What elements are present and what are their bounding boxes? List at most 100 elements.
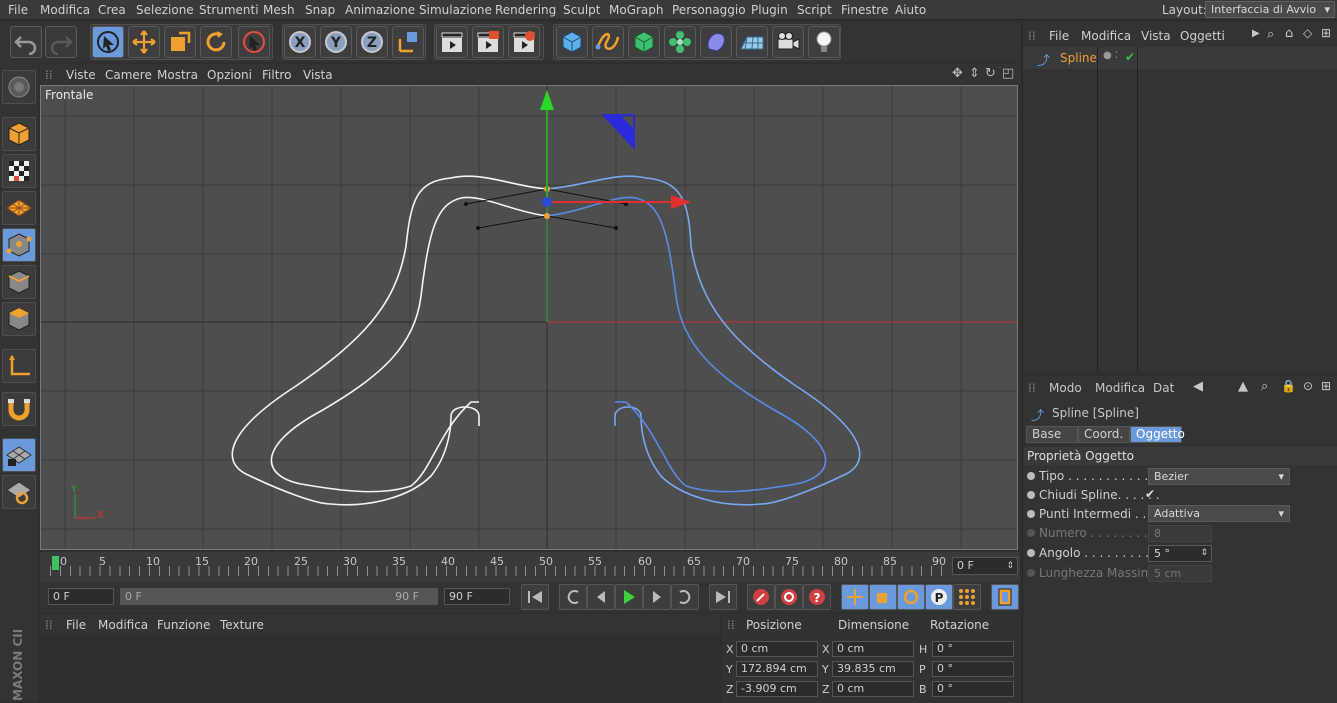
- tab-base[interactable]: Base: [1026, 426, 1078, 443]
- maximize-view-icon[interactable]: ◰: [1002, 66, 1014, 81]
- menu-snap[interactable]: Snap: [305, 3, 335, 17]
- punti-dropdown[interactable]: Adattiva ▾: [1148, 505, 1290, 522]
- edit-mode-button[interactable]: [2, 70, 36, 104]
- grip-icon[interactable]: ⁞⁞: [727, 618, 735, 632]
- keyframe-selection-button[interactable]: ?: [803, 584, 831, 610]
- stepper-icon[interactable]: ⇕: [1006, 558, 1014, 574]
- tab-coord[interactable]: Coord.: [1078, 426, 1130, 443]
- grip-icon[interactable]: ⁞⁞: [45, 618, 53, 632]
- object-menu-vista[interactable]: Vista: [1141, 29, 1171, 43]
- home-icon[interactable]: ⌂: [1285, 26, 1293, 41]
- list-item[interactable]: ⤴ Spline ● ⁚ ✔: [1023, 47, 1337, 69]
- nurbs-button[interactable]: [628, 26, 660, 58]
- timeline[interactable]: 0 5 10 15 20 25 30 35 40 45 50 55 60 65 …: [40, 552, 1020, 582]
- attr-menu-modo[interactable]: Modo: [1049, 381, 1082, 395]
- workplane-mode-button[interactable]: [2, 191, 36, 225]
- axis-mode-button[interactable]: [2, 349, 36, 383]
- timeline-layout-button[interactable]: [991, 584, 1019, 610]
- visibility-dots-icon[interactable]: ● ⁚: [1103, 50, 1118, 61]
- spline-point-selected[interactable]: [544, 213, 550, 219]
- camera-button[interactable]: [772, 26, 804, 58]
- coord-system-button[interactable]: [392, 26, 424, 58]
- rotate-tool-button[interactable]: [200, 26, 232, 58]
- zoom-view-icon[interactable]: ⇕: [969, 66, 980, 81]
- play-button[interactable]: [615, 584, 643, 610]
- size-x-field[interactable]: 0 cm: [832, 641, 914, 657]
- key-pla-button[interactable]: [953, 584, 981, 610]
- z-axis-button[interactable]: Z: [356, 26, 388, 58]
- grip-icon[interactable]: ⁞⁞: [45, 68, 53, 82]
- menu-file[interactable]: File: [8, 3, 28, 17]
- menu-selezione[interactable]: Selezione: [136, 3, 194, 17]
- model-mode-button[interactable]: [2, 117, 36, 151]
- spline-right-outer[interactable]: [546, 175, 861, 506]
- size-z-field[interactable]: 0 cm: [832, 681, 914, 697]
- viewport-menu-vista[interactable]: Vista: [303, 68, 333, 82]
- material-menu-funzione[interactable]: Funzione: [157, 618, 210, 632]
- workplane-lock-button[interactable]: [2, 438, 36, 472]
- gizmo-y-arrow[interactable]: [540, 90, 554, 110]
- end-frame-field[interactable]: 90 F: [444, 588, 510, 605]
- attr-menu-modifica[interactable]: Modifica: [1095, 381, 1145, 395]
- menu-mesh[interactable]: Mesh: [263, 3, 295, 17]
- auto-key-button[interactable]: [775, 584, 803, 610]
- settings-icon[interactable]: ⊙: [1303, 379, 1313, 393]
- angolo-radio[interactable]: [1027, 549, 1035, 557]
- start-frame-field[interactable]: 0 F: [48, 588, 114, 605]
- up-arrow-icon[interactable]: ▲: [1238, 379, 1248, 394]
- position-z-field[interactable]: -3.909 cm: [736, 681, 818, 697]
- menu-strumenti[interactable]: Strumenti: [199, 3, 259, 17]
- polygons-mode-button[interactable]: [2, 302, 36, 336]
- attr-menu-dat[interactable]: Dat: [1153, 381, 1174, 395]
- menu-mograph[interactable]: MoGraph: [609, 3, 664, 17]
- move-view-icon[interactable]: ✥: [952, 66, 963, 81]
- gizmo-center[interactable]: [542, 197, 552, 207]
- material-menu-modifica[interactable]: Modifica: [98, 618, 148, 632]
- viewport-menu-viste[interactable]: Viste: [66, 68, 96, 82]
- move-tool-button[interactable]: [128, 26, 160, 58]
- rotation-p-field[interactable]: 0 °: [932, 661, 1014, 677]
- tab-oggetto[interactable]: Oggetto: [1130, 426, 1185, 443]
- menu-sculpt[interactable]: Sculpt: [563, 3, 600, 17]
- lock-icon[interactable]: 🔒: [1281, 379, 1296, 393]
- position-y-field[interactable]: 172.894 cm: [736, 661, 818, 677]
- search-icon[interactable]: ⌕: [1261, 379, 1268, 394]
- material-menu-file[interactable]: File: [66, 618, 86, 632]
- edges-mode-button[interactable]: [2, 265, 36, 299]
- spline-pen-button[interactable]: [592, 26, 624, 58]
- tangent-handle[interactable]: [476, 226, 480, 230]
- key-position-button[interactable]: [841, 584, 869, 610]
- texture-mode-button[interactable]: [2, 154, 36, 188]
- timeline-ruler[interactable]: 0 5 10 15 20 25 30 35 40 45 50 55 60 65 …: [50, 552, 946, 580]
- menu-finestre[interactable]: Finestre: [841, 3, 888, 17]
- light-button[interactable]: [808, 26, 840, 58]
- view-icon[interactable]: ◇: [1303, 26, 1312, 40]
- go-to-end-button[interactable]: [709, 584, 737, 610]
- layout-select[interactable]: Interfaccia di Avvio ▾: [1205, 1, 1335, 18]
- menu-personaggio[interactable]: Personaggio: [672, 3, 746, 17]
- prev-key-button[interactable]: [559, 584, 587, 610]
- frame-range-slider[interactable]: 0 F 90 F: [120, 588, 438, 605]
- viewport-menu-filtro[interactable]: Filtro: [262, 68, 291, 82]
- menu-animazione[interactable]: Animazione: [345, 3, 415, 17]
- record-keys-button[interactable]: [747, 584, 775, 610]
- tipo-dropdown[interactable]: Bezier ▾: [1148, 468, 1290, 485]
- object-menu-modifica[interactable]: Modifica: [1081, 29, 1131, 43]
- render-settings-button[interactable]: [508, 26, 540, 58]
- rotation-b-field[interactable]: 0 °: [932, 681, 1014, 697]
- new-window-icon[interactable]: ⊞: [1321, 379, 1331, 393]
- angolo-field[interactable]: 5 ° ⇕: [1148, 545, 1212, 562]
- undo-button[interactable]: [10, 26, 42, 58]
- search-icon[interactable]: ⌕: [1267, 27, 1274, 42]
- deformer-button[interactable]: [700, 26, 732, 58]
- scale-tool-button[interactable]: [164, 26, 196, 58]
- points-mode-button[interactable]: [2, 228, 36, 262]
- prev-frame-button[interactable]: [587, 584, 615, 610]
- menu-simulazione[interactable]: Simulazione: [419, 3, 492, 17]
- current-frame-field[interactable]: 0 F ⇕: [952, 557, 1018, 575]
- key-param-button[interactable]: P: [925, 584, 953, 610]
- menu-crea[interactable]: Crea: [98, 3, 126, 17]
- menu-aiuto[interactable]: Aiuto: [895, 3, 926, 17]
- rotate-view-icon[interactable]: ↻: [985, 66, 996, 81]
- back-arrow-icon[interactable]: ◀: [1193, 379, 1203, 394]
